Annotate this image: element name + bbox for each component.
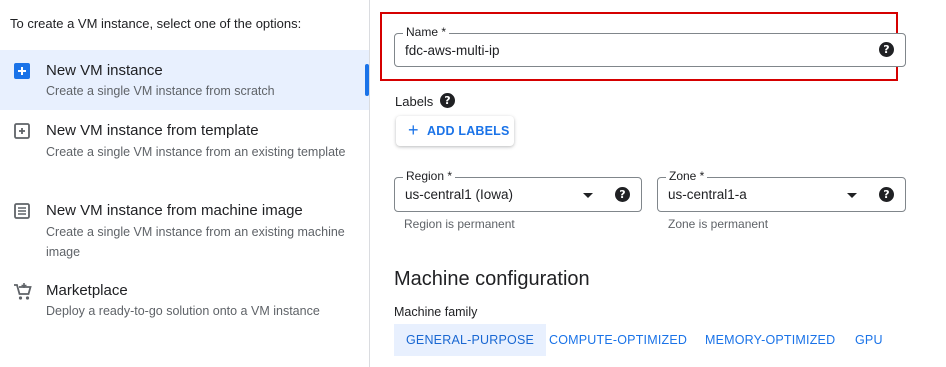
option-desc: Deploy a ready-to-go solution onto a VM … [46, 304, 320, 318]
options-intro: To create a VM instance, select one of t… [10, 16, 302, 31]
labels-label: Labels [395, 94, 434, 109]
option-desc: Create a single VM instance from an exis… [46, 145, 346, 159]
option-desc: Create a single VM instance from an exis… [46, 225, 345, 259]
region-hint: Region is permanent [404, 217, 515, 231]
name-field-label: Name * [403, 25, 450, 39]
machine-config-title: Machine configuration [394, 268, 590, 290]
tab-general-purpose[interactable]: GENERAL-PURPOSE [394, 324, 547, 356]
selection-indicator [365, 64, 369, 96]
tab-compute-optimized[interactable]: COMPUTE-OPTIMIZED [537, 324, 699, 356]
machine-family-label: Machine family [394, 305, 478, 319]
name-input-value[interactable]: fdc-aws-multi-ip [405, 43, 500, 58]
option-title: Marketplace [46, 282, 128, 299]
zone-field-label: Zone * [666, 169, 708, 183]
option-new-vm-instance[interactable]: New VM instance Create a single VM insta… [0, 50, 369, 110]
option-new-vm-from-template[interactable]: New VM instance from template Create a s… [0, 110, 369, 185]
help-icon[interactable]: ? [879, 187, 894, 202]
add-labels-label: ADD LABELS [427, 124, 510, 138]
option-new-vm-from-machine-image[interactable]: New VM instance from machine image Creat… [0, 190, 369, 265]
dropdown-caret-icon [583, 193, 593, 198]
add-labels-button[interactable]: + ADD LABELS [396, 116, 514, 146]
create-options-panel: To create a VM instance, select one of t… [0, 0, 370, 367]
tab-memory-optimized[interactable]: MEMORY-OPTIMIZED [693, 324, 847, 356]
machine-image-icon [12, 201, 32, 221]
region-field-label: Region * [403, 169, 456, 183]
add-box-icon [12, 61, 32, 81]
help-icon[interactable]: ? [615, 187, 630, 202]
cart-icon [12, 281, 32, 301]
help-icon[interactable]: ? [879, 42, 894, 57]
option-marketplace[interactable]: Marketplace Deploy a ready-to-go solutio… [0, 270, 369, 330]
vm-form-panel: Name * fdc-aws-multi-ip ? Labels ? + ADD… [371, 0, 946, 367]
tab-gpu[interactable]: GPU [843, 324, 895, 356]
name-field[interactable]: Name * fdc-aws-multi-ip ? [394, 25, 906, 67]
option-title: New VM instance [46, 62, 163, 79]
zone-select[interactable]: Zone * us-central1-a ? [657, 169, 906, 212]
help-icon[interactable]: ? [440, 93, 455, 108]
option-desc: Create a single VM instance from scratch [46, 84, 275, 98]
region-select[interactable]: Region * us-central1 (Iowa) ? [394, 169, 642, 212]
template-icon [12, 121, 32, 141]
plus-icon: + [408, 120, 419, 140]
zone-hint: Zone is permanent [668, 217, 769, 231]
dropdown-caret-icon [847, 193, 857, 198]
region-value: us-central1 (Iowa) [405, 187, 514, 202]
option-title: New VM instance from machine image [46, 202, 303, 219]
zone-value: us-central1-a [668, 187, 747, 202]
option-title: New VM instance from template [46, 122, 259, 139]
